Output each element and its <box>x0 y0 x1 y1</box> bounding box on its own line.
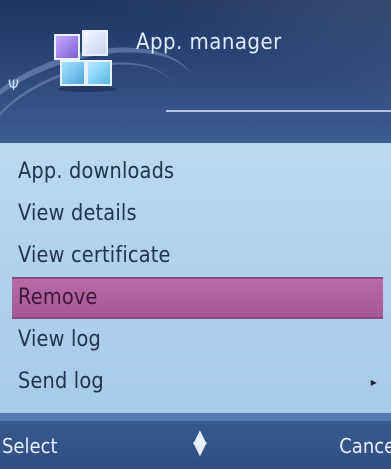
app-icon-square <box>60 60 86 86</box>
signal-icon: Ψ <box>8 78 20 94</box>
softkey-bar: Select ▲ ▼ Cance <box>0 421 391 469</box>
menu-item-view-certificate[interactable]: View certificate <box>0 235 391 277</box>
page-title: App. manager <box>136 30 282 55</box>
menu-item-label: View details <box>18 201 137 226</box>
up-down-arrow-icon[interactable]: ▲ ▼ <box>193 428 207 458</box>
menu-item-app-downloads[interactable]: App. downloads <box>0 151 391 193</box>
menu-item-label: View certificate <box>18 243 171 268</box>
app-icon-square <box>86 60 112 86</box>
menu-item-remove[interactable]: Remove <box>12 277 383 319</box>
title-underline <box>166 110 391 112</box>
menu-item-label: Send log <box>18 369 104 394</box>
app-icon-shadow <box>58 86 116 92</box>
phone-screen: Ψ App. manager App. downloads View detai… <box>0 0 391 469</box>
menu-item-view-details[interactable]: View details <box>0 193 391 235</box>
app-icon-square <box>82 30 108 56</box>
menu-item-label: App. downloads <box>18 159 175 184</box>
menu-item-view-log[interactable]: View log <box>0 319 391 361</box>
app-icon-square <box>54 34 80 60</box>
options-menu: App. downloads View details View certifi… <box>0 143 391 413</box>
submenu-arrow-icon: ▸ <box>370 375 377 389</box>
menu-item-label: Remove <box>18 285 98 310</box>
menu-item-label: View log <box>18 327 102 352</box>
menu-item-send-log[interactable]: Send log ▸ <box>0 361 391 403</box>
app-manager-icon <box>52 30 116 94</box>
cancel-softkey[interactable]: Cance <box>339 434 391 458</box>
select-softkey[interactable]: Select <box>2 434 58 458</box>
header: Ψ App. manager <box>0 0 391 138</box>
